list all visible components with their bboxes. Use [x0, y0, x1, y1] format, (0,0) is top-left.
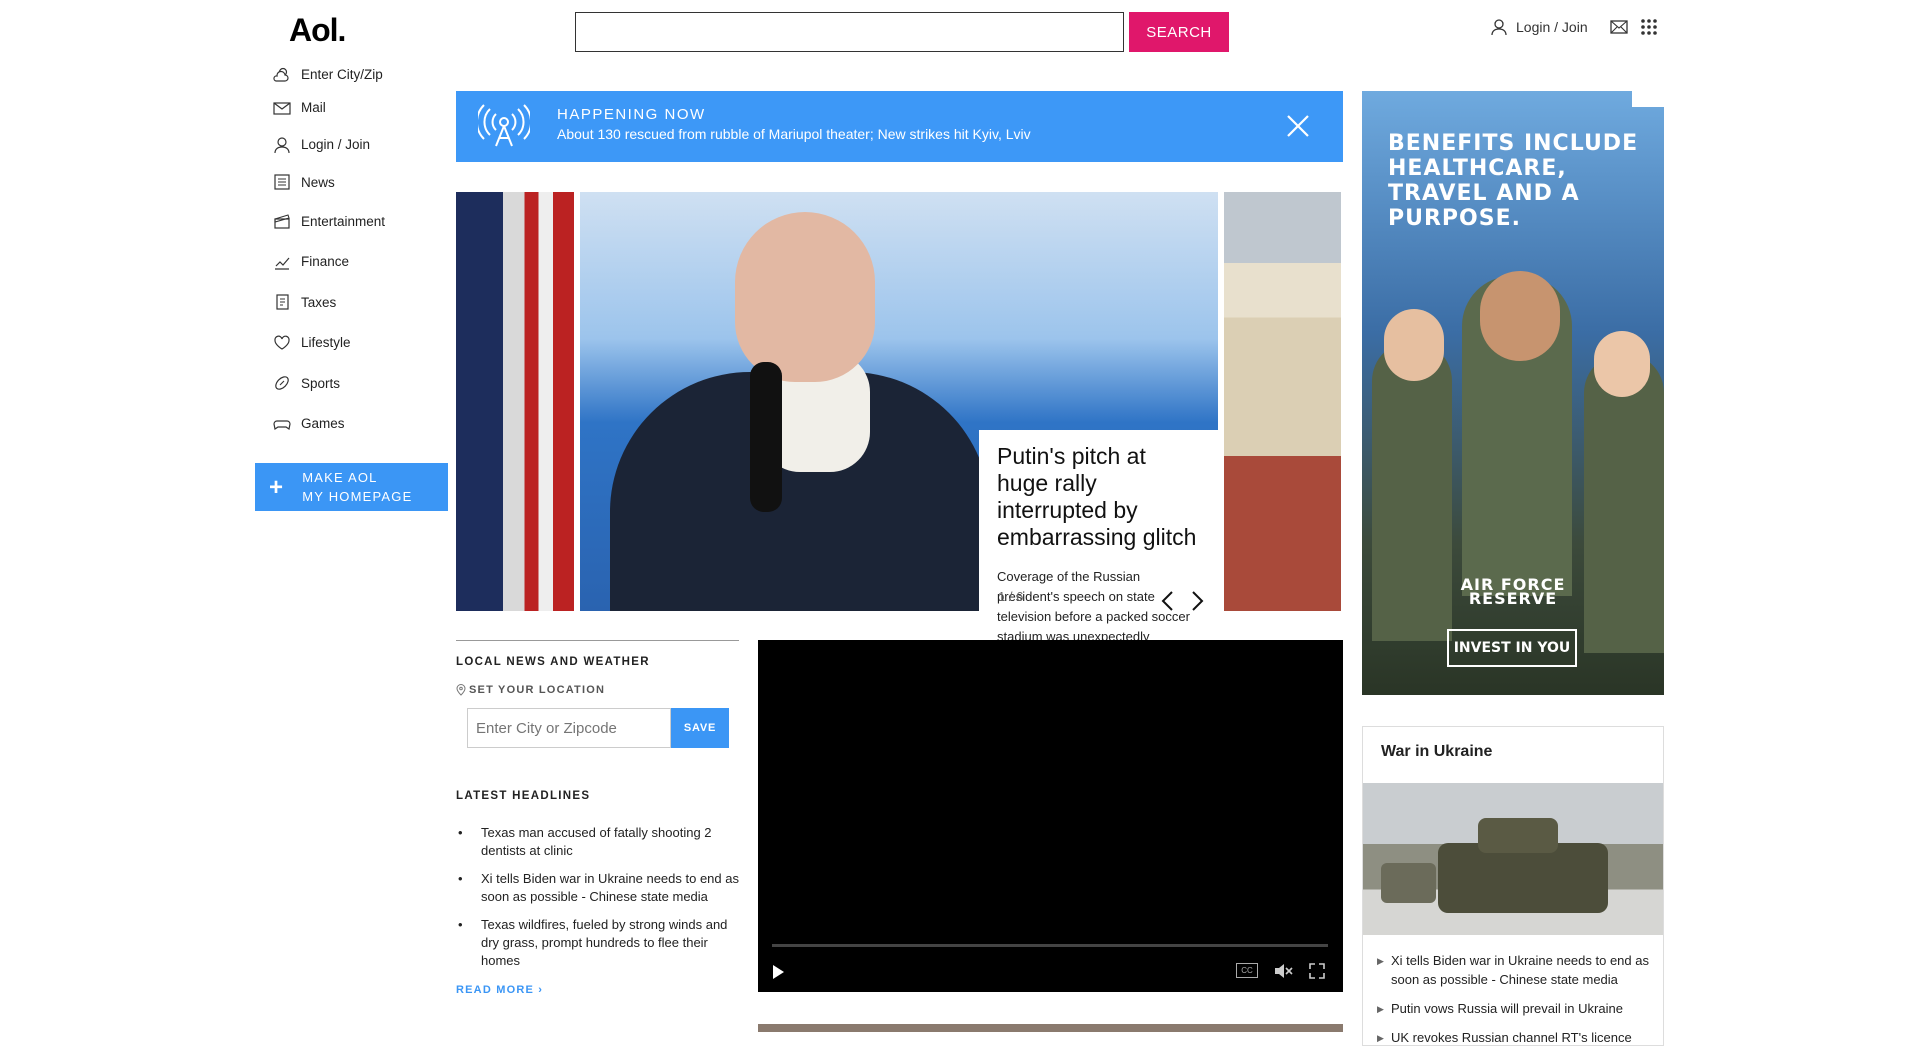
- apps-grid-icon[interactable]: [1640, 18, 1658, 41]
- sidebar-item-label: Mail: [301, 100, 326, 115]
- headline-item[interactable]: Xi tells Biden war in Ukraine needs to e…: [456, 870, 739, 906]
- banner-headline[interactable]: About 130 rescued from rubble of Mariupo…: [557, 126, 1031, 142]
- ad-headline: BENEFITS INCLUDE HEALTHCARE, TRAVEL AND …: [1388, 131, 1639, 231]
- chevron-right-icon[interactable]: [1191, 590, 1205, 612]
- header-login-link[interactable]: Login / Join: [1490, 18, 1588, 36]
- image-figure-head: [735, 212, 875, 382]
- next-story-image[interactable]: [758, 1024, 1343, 1032]
- latest-headlines-title: LATEST HEADLINES: [456, 790, 591, 802]
- broadcast-icon: [478, 104, 530, 147]
- user-icon: [274, 136, 290, 153]
- ad-cta-button[interactable]: INVEST IN YOU: [1447, 629, 1577, 667]
- breaking-news-banner[interactable]: HAPPENING NOW About 130 rescued from rub…: [456, 91, 1343, 162]
- carousel-counter: 1 / 6: [998, 589, 1024, 604]
- sidebar-item-label: Login / Join: [301, 137, 371, 152]
- sidebar-item-taxes[interactable]: Taxes: [273, 282, 453, 322]
- headline-item[interactable]: Texas wildfires, fueled by strong winds …: [456, 916, 739, 970]
- clapperboard-icon: [274, 214, 290, 229]
- carousel-headline[interactable]: Putin's pitch at huge rally interrupted …: [997, 443, 1200, 551]
- play-icon[interactable]: [770, 963, 786, 981]
- ukraine-module-title[interactable]: War in Ukraine: [1381, 743, 1492, 761]
- zip-form: SAVE: [467, 708, 739, 748]
- ad-brand: AIR FORCE RESERVE: [1362, 577, 1664, 608]
- ad-image-pilot-face: [1480, 271, 1560, 361]
- sidebar-item-label: Enter City/Zip: [301, 67, 383, 82]
- carousel-caption-card[interactable]: Putin's pitch at huge rally interrupted …: [979, 430, 1218, 664]
- sidebar: Enter City/Zip Mail Login / Join News En…: [273, 60, 453, 444]
- ukraine-headline[interactable]: Xi tells Biden war in Ukraine needs to e…: [1377, 951, 1662, 989]
- ad-image-child-right-face: [1594, 331, 1650, 397]
- sidebar-item-finance[interactable]: Finance: [273, 241, 453, 282]
- video-progress-bar[interactable]: [772, 944, 1328, 947]
- sidebar-item-entertainment[interactable]: Entertainment: [273, 201, 453, 241]
- make-homepage-button[interactable]: + MAKE AOL MY HOMEPAGE: [255, 463, 448, 511]
- football-icon: [275, 376, 289, 390]
- mute-icon[interactable]: [1273, 962, 1293, 980]
- fullscreen-icon[interactable]: [1308, 962, 1326, 980]
- header-mail-icon[interactable]: [1610, 20, 1628, 39]
- heart-icon: [274, 335, 290, 350]
- make-home-line2: MY HOMEPAGE: [302, 489, 413, 504]
- sidebar-item-news[interactable]: News: [273, 163, 453, 201]
- headline-item[interactable]: Texas man accused of fatally shooting 2 …: [456, 824, 739, 860]
- sidebar-item-lifestyle[interactable]: Lifestyle: [273, 322, 453, 363]
- ukraine-headline[interactable]: Putin vows Russia will prevail in Ukrain…: [1377, 999, 1662, 1019]
- make-home-line1: MAKE AOL: [302, 470, 378, 485]
- news-icon: [274, 174, 290, 190]
- read-more-link[interactable]: READ MORE ›: [456, 984, 739, 996]
- image-tank-turret: [1478, 818, 1558, 853]
- image-vehicle-back: [1381, 863, 1436, 903]
- aol-logo[interactable]: Aol.: [289, 12, 346, 49]
- taxes-icon: [276, 294, 289, 310]
- user-icon: [1491, 19, 1507, 36]
- chart-icon: [275, 257, 290, 270]
- set-location-label: SET YOUR LOCATION: [469, 684, 606, 696]
- search-input[interactable]: [575, 12, 1124, 52]
- local-news-module: LOCAL NEWS AND WEATHER SET YOUR LOCATION…: [456, 640, 739, 996]
- image-tank: [1438, 843, 1608, 913]
- header-login-label: Login / Join: [1516, 19, 1588, 35]
- war-in-ukraine-module: War in Ukraine Xi tells Biden war in Ukr…: [1362, 726, 1664, 1048]
- ukraine-module-image[interactable]: [1363, 783, 1663, 935]
- chevron-left-icon[interactable]: [1160, 590, 1174, 612]
- mail-icon: [273, 101, 291, 115]
- latest-headlines-list: Texas man accused of fatally shooting 2 …: [456, 824, 739, 970]
- set-location-link[interactable]: SET YOUR LOCATION: [456, 684, 739, 696]
- carousel-prev-slide-image[interactable]: [456, 192, 574, 611]
- ad-image-child-left-face: [1384, 309, 1444, 381]
- ukraine-headline[interactable]: UK revokes Russian channel RT's licence: [1377, 1028, 1662, 1048]
- video-player[interactable]: CC: [758, 640, 1343, 992]
- plus-icon: +: [269, 473, 285, 501]
- closed-captions-button[interactable]: CC: [1236, 963, 1258, 978]
- sidebar-item-login[interactable]: Login / Join: [273, 126, 453, 163]
- sidebar-item-label: News: [301, 174, 335, 190]
- sidebar-item-label: Lifestyle: [301, 335, 351, 350]
- search-button[interactable]: SEARCH: [1129, 12, 1229, 52]
- image-microphone: [750, 362, 782, 512]
- sidebar-item-sports[interactable]: Sports: [273, 363, 453, 403]
- sidebar-item-mail[interactable]: Mail: [273, 89, 453, 126]
- sidebar-item-label: Entertainment: [301, 213, 386, 229]
- sidebar-item-label: Sports: [301, 375, 341, 391]
- gamepad-icon: [273, 419, 291, 430]
- zip-input[interactable]: [467, 708, 671, 748]
- ad-brand-line2: RESERVE: [1468, 589, 1558, 608]
- local-news-title: LOCAL NEWS AND WEATHER: [456, 656, 650, 668]
- sidebar-item-label: Taxes: [301, 294, 337, 310]
- ad-image-child-right: [1584, 353, 1664, 653]
- sidebar-item-weather[interactable]: Enter City/Zip: [273, 60, 453, 89]
- weather-icon: [273, 67, 289, 82]
- zip-save-button[interactable]: SAVE: [671, 708, 729, 748]
- close-icon[interactable]: [1285, 113, 1311, 139]
- banner-title: HAPPENING NOW: [557, 106, 706, 123]
- location-pin-icon: [456, 684, 466, 696]
- sidebar-item-label: Games: [301, 416, 345, 431]
- sidebar-item-label: Finance: [301, 254, 350, 269]
- carousel-next-slide-image[interactable]: [1224, 192, 1341, 611]
- ad-choices-icon[interactable]: [1632, 91, 1664, 107]
- advertisement[interactable]: BENEFITS INCLUDE HEALTHCARE, TRAVEL AND …: [1362, 91, 1664, 695]
- ukraine-headlines-list: Xi tells Biden war in Ukraine needs to e…: [1377, 951, 1662, 1057]
- sidebar-item-games[interactable]: Games: [273, 403, 453, 444]
